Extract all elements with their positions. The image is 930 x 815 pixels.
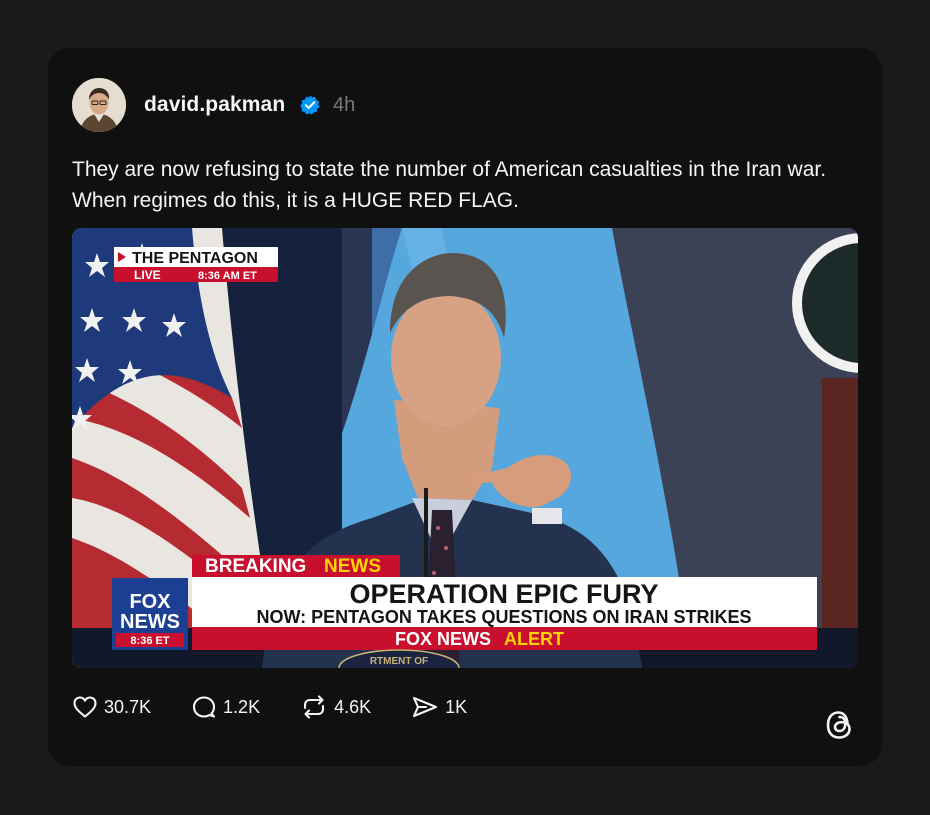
news-label: NEWS <box>324 556 381 577</box>
alert-fox-news: FOX NEWS <box>395 629 491 649</box>
verified-badge-icon <box>300 95 320 115</box>
username[interactable]: david.pakman <box>144 93 285 117</box>
comment-icon <box>192 696 216 718</box>
reply-count: 1.2K <box>223 696 261 717</box>
location-label: THE PENTAGON <box>132 250 258 267</box>
post-text: They are now refusing to state the numbe… <box>72 158 827 212</box>
action-bar: 30.7K 1.2K 4.6K 1K <box>72 693 467 721</box>
fox-logo-time: 8:36 ET <box>130 635 169 647</box>
like-count: 30.7K <box>104 696 152 717</box>
post-image[interactable]: FOX NEWS 8:36 ET BREAKING NEWS OPERATION… <box>72 228 858 668</box>
share-icon <box>413 696 438 718</box>
repost-count: 4.6K <box>334 696 372 717</box>
post-card: david.pakman 4h They are now refusing to… <box>48 48 882 766</box>
threads-logo-icon[interactable] <box>822 706 856 744</box>
share-button[interactable]: 1K <box>411 695 467 719</box>
like-button[interactable]: 30.7K <box>72 695 151 719</box>
reply-button[interactable]: 1.2K <box>191 695 260 719</box>
alert-label: ALERT <box>504 629 564 649</box>
seal-text: RTMENT OF <box>370 656 428 667</box>
headline: OPERATION EPIC FURY <box>349 579 658 609</box>
breaking-label: BREAKING <box>205 556 306 577</box>
repost-button[interactable]: 4.6K <box>300 695 371 719</box>
avatar[interactable] <box>72 78 126 132</box>
live-time: 8:36 AM ET <box>198 270 257 282</box>
subheadline: NOW: PENTAGON TAKES QUESTIONS ON IRAN ST… <box>256 607 751 627</box>
share-count: 1K <box>445 696 468 717</box>
repost-icon <box>304 695 325 719</box>
live-label: LIVE <box>134 268 161 282</box>
fox-logo-line1: FOX <box>129 591 171 613</box>
heart-icon <box>73 696 97 718</box>
fox-logo-line2: NEWS <box>120 611 180 633</box>
post-time: 4h <box>333 94 356 116</box>
